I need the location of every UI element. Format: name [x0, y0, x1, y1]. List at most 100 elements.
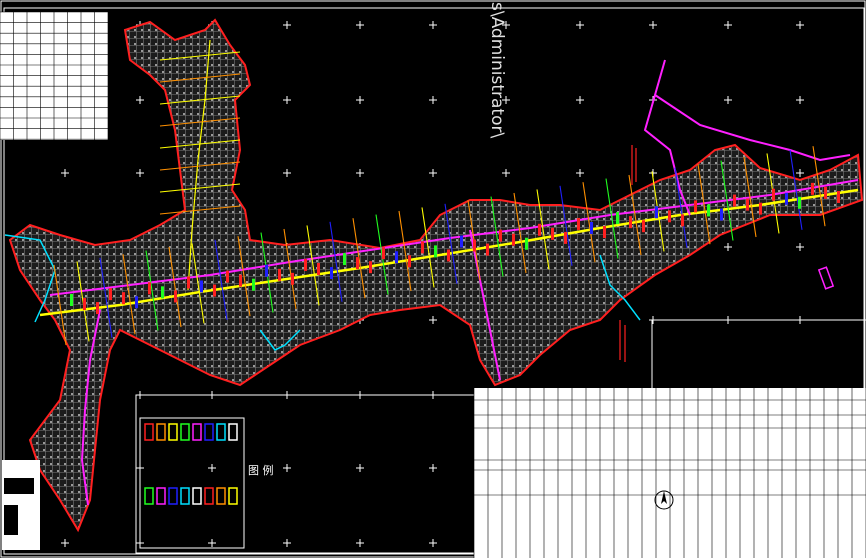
crosshair-marker-icon	[356, 539, 364, 547]
building-block	[681, 214, 684, 227]
building-block	[161, 286, 164, 299]
building-block	[252, 278, 255, 291]
cad-drawing-canvas[interactable]: 图 例 s\Administrator\	[0, 0, 866, 558]
legend-swatch	[156, 487, 166, 505]
crosshair-marker-icon	[724, 96, 732, 104]
building-block	[720, 208, 723, 221]
building-block	[174, 290, 177, 303]
crosshair-marker-icon	[283, 169, 291, 177]
crosshair-marker-icon	[724, 21, 732, 29]
legend-swatch	[192, 423, 202, 441]
building-block	[278, 268, 281, 281]
building-block	[70, 294, 73, 306]
building-block	[148, 282, 151, 295]
building-block	[343, 253, 346, 266]
crosshair-marker-icon	[796, 21, 804, 29]
legend-swatch	[204, 423, 214, 441]
building-block	[135, 296, 138, 309]
legend-swatch	[168, 423, 178, 441]
crosshair-marker-icon	[576, 21, 584, 29]
building-block	[226, 270, 229, 283]
legend-swatch	[144, 423, 154, 441]
pipeline-line-east	[654, 94, 851, 162]
crosshair-marker-icon	[356, 21, 364, 29]
building-block	[577, 217, 580, 230]
building-block	[460, 235, 463, 248]
building-block	[837, 190, 840, 203]
building-block	[538, 223, 541, 236]
site-marker	[817, 266, 835, 290]
legend-swatch	[192, 487, 202, 505]
building-block	[551, 227, 554, 240]
building-block	[382, 247, 385, 260]
building-block	[707, 204, 710, 217]
crosshair-marker-icon	[208, 464, 216, 472]
crosshair-marker-icon	[429, 539, 437, 547]
crosshair-marker-icon	[724, 243, 732, 251]
crosshair-marker-icon	[208, 539, 216, 547]
crosshair-marker-icon	[429, 316, 437, 324]
building-block	[772, 188, 775, 201]
legend-title: 图 例	[248, 463, 274, 477]
crosshair-marker-icon	[283, 464, 291, 472]
building-block	[811, 182, 814, 195]
building-block	[317, 262, 320, 275]
building-block	[694, 200, 697, 213]
crosshair-marker-icon	[283, 96, 291, 104]
building-block	[473, 239, 476, 252]
crosshair-marker-icon	[356, 169, 364, 177]
building-block	[369, 261, 372, 274]
building-block	[525, 237, 528, 250]
crosshair-marker-icon	[796, 96, 804, 104]
crosshair-marker-icon	[429, 21, 437, 29]
building-block	[356, 257, 359, 270]
building-block	[629, 216, 632, 229]
building-block	[733, 194, 736, 207]
building-block	[265, 264, 268, 277]
legend-swatch	[204, 487, 214, 505]
legend-swatch	[180, 487, 190, 505]
building-block	[304, 258, 307, 271]
building-block	[759, 202, 762, 215]
crosshair-marker-icon	[429, 169, 437, 177]
building-block	[785, 192, 788, 205]
legend-swatch	[168, 487, 178, 505]
building-block	[564, 231, 567, 244]
building-block	[291, 272, 294, 285]
bottom-right-schedule-table	[473, 388, 866, 558]
building-block	[603, 226, 606, 239]
crosshair-marker-icon	[796, 243, 804, 251]
building-block	[447, 249, 450, 262]
legend-swatch	[144, 487, 154, 505]
building-block	[499, 229, 502, 242]
crosshair-marker-icon	[356, 96, 364, 104]
building-block	[434, 245, 437, 258]
building-block	[96, 302, 99, 315]
legend-swatch	[228, 487, 238, 505]
legend-panel: 图 例	[135, 394, 477, 554]
legend-swatch	[216, 487, 226, 505]
building-block	[83, 298, 86, 311]
building-block	[590, 222, 593, 234]
legend-swatch	[216, 423, 226, 441]
building-block	[486, 243, 489, 256]
building-block	[395, 251, 398, 264]
building-block	[642, 220, 645, 233]
crosshair-marker-icon	[136, 96, 144, 104]
bottom-left-table	[2, 460, 40, 550]
building-block	[616, 212, 619, 225]
legend-swatch	[156, 423, 166, 441]
crosshair-marker-icon	[576, 169, 584, 177]
crosshair-marker-icon	[61, 539, 69, 547]
building-block	[746, 198, 749, 211]
building-block	[213, 284, 216, 297]
building-block	[421, 241, 424, 254]
building-block	[109, 288, 112, 301]
crosshair-marker-icon	[283, 539, 291, 547]
building-block	[200, 280, 203, 293]
crosshair-marker-icon	[429, 464, 437, 472]
building-block	[239, 274, 242, 287]
building-block	[187, 276, 190, 289]
building-block	[655, 206, 658, 219]
building-block	[824, 186, 827, 199]
